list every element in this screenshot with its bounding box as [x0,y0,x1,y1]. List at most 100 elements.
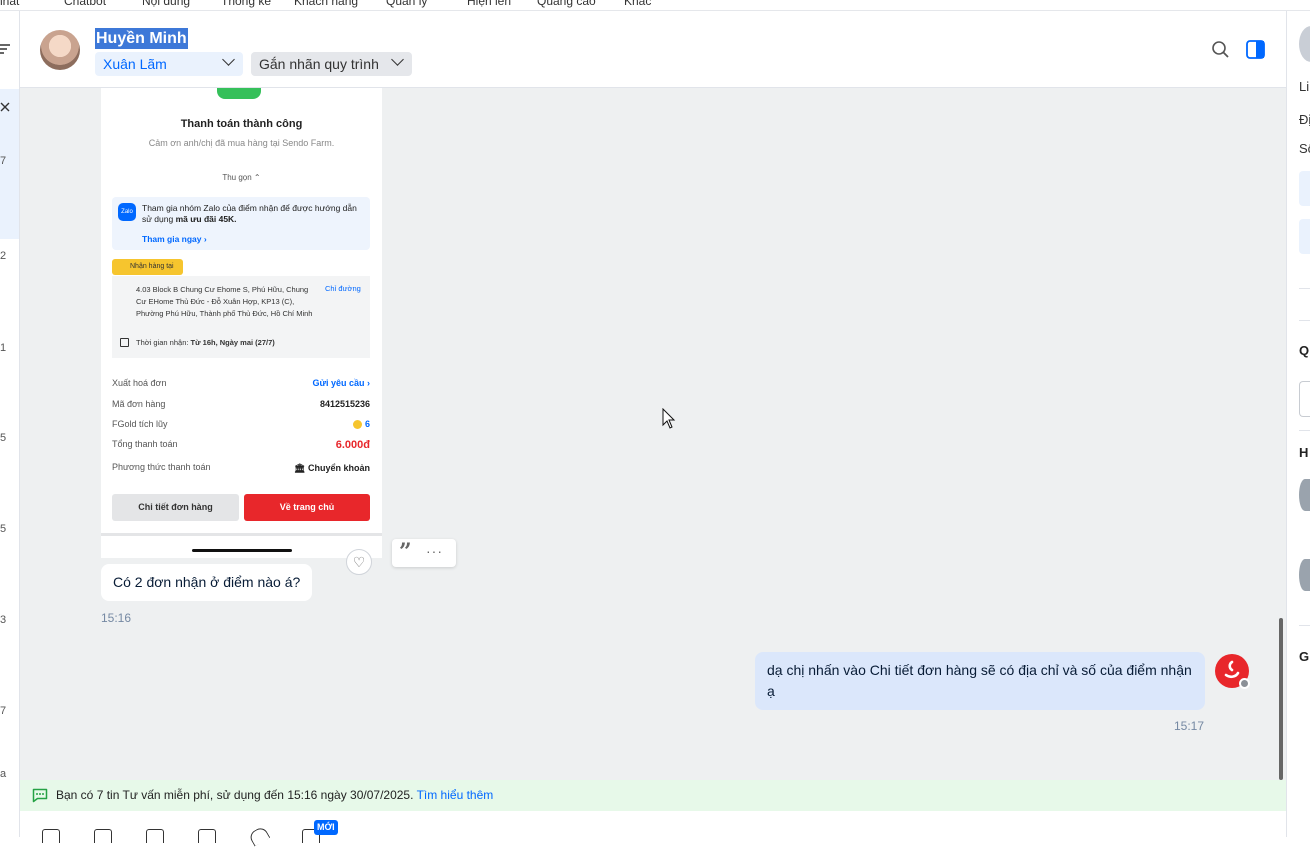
file-icon[interactable] [94,829,112,843]
directions-link: Chỉ đường [325,284,361,293]
contact-name[interactable]: Huyền Minh [95,28,188,49]
conversation-count: a [0,768,7,780]
quote-icon[interactable]: ” [399,539,412,565]
cursor-icon [662,408,676,429]
message-text: dạ chị nhấn vào Chi tiết đơn hàng sẽ có … [767,662,1192,699]
row-label: Tổng thanh toán [112,439,178,449]
avatar[interactable] [40,30,80,70]
row-value: Gửi yêu cầu › [312,378,370,388]
avatar[interactable] [1299,26,1310,62]
message-time: 15:16 [101,611,132,625]
info-label: Li [1299,79,1310,94]
avatar[interactable] [1299,559,1310,591]
new-badge: MỚI [314,820,338,835]
row-value: 6.000đ [335,439,370,451]
nav-item[interactable]: nhất [0,0,19,8]
message-list[interactable]: Thanh toán thành công Cảm ơn anh/chị đã … [20,88,1286,780]
pickup-box: 4.03 Block B Chung Cư Ehome S, Phú Hữu, … [112,276,370,358]
divider [1299,625,1310,626]
success-icon [217,88,261,99]
divider [1299,288,1310,289]
row-label: Mã đơn hàng [112,399,166,409]
row-value: 🏛 Chuyển khoản [294,463,370,473]
info-label: Đị [1299,112,1310,127]
nav-item[interactable]: Hiện lên [467,0,511,8]
heart-icon[interactable]: ♡ [346,549,372,575]
zalo-text: Tham gia nhóm Zalo của điểm nhận để được… [142,203,357,224]
divider [1299,430,1310,431]
calendar-icon [120,338,129,347]
row-value: 6 [353,419,370,430]
info-label: Số [1299,141,1310,156]
row-value: 8412515236 [319,399,370,409]
sidebar-toggle-icon[interactable] [1246,40,1266,60]
nav-item[interactable]: Khác [624,0,651,8]
chevron-down-icon [222,53,235,66]
receipt-subtitle: Cảm ơn anh/chị đã mua hàng tại Sendo Far… [148,138,335,148]
pickup-address: 4.03 Block B Chung Cư Ehome S, Phú Hữu, … [136,285,313,318]
message-actions: ” ··· [392,539,456,567]
image-icon[interactable] [146,829,164,843]
nav-item[interactable]: Nội dung [142,0,190,8]
nav-item[interactable]: Chatbot [64,0,106,8]
row-label: FGold tích lũy [112,419,168,429]
outgoing-message[interactable]: dạ chị nhấn vào Chi tiết đơn hàng sẽ có … [755,652,1205,710]
conversation-count: 1 [0,342,7,354]
info-input[interactable] [1299,381,1310,417]
learn-more-link[interactable]: Tìm hiểu thêm [417,788,494,802]
label-dropdown-text: Gắn nhãn quy trình [259,56,379,72]
row-label: Phương thức thanh toán [112,462,211,472]
message-time: 15:17 [1174,719,1205,733]
zalo-join-link: Tham gia ngay › [142,234,207,244]
zalo-icon: Zalo [118,203,136,221]
nav-item[interactable]: Khách hàng [294,0,358,8]
notice-text: Bạn có 7 tin Tư vấn miễn phí, sử dụng đế… [56,788,494,802]
conversation-count: 5 [0,432,7,444]
message-text: Có 2 đơn nhận ở điểm nào á? [113,574,301,590]
conversation-count: 7 [0,155,7,167]
pickup-time: Thời gian nhận: Từ 16h, Ngày mai (27/7) [136,338,275,347]
info-field[interactable] [1299,171,1310,206]
conversation-count: 2 [0,250,7,262]
assignee-label: Xuân Lãm [103,56,167,72]
scrollbar[interactable] [1279,618,1283,780]
order-detail-button: Chi tiết đơn hàng [112,494,239,521]
assignee-dropdown[interactable]: Xuân Lãm [95,52,243,76]
chat-icon [32,788,48,803]
receipt-title: Thanh toán thành công [180,118,303,130]
filter-icon[interactable] [0,43,12,55]
info-field[interactable] [1299,219,1310,254]
card-icon[interactable] [198,829,216,843]
section-label: Gl [1299,649,1310,664]
avatar[interactable] [1299,479,1310,511]
search-icon[interactable] [1211,40,1231,60]
nav-item[interactable]: Thống kê [221,0,271,8]
receipt-image[interactable]: Thanh toán thành công Cảm ơn anh/chị đã … [101,88,382,558]
chevron-down-icon [391,53,404,66]
chat-header: Huyền Minh Xuân Lãm Gắn nhãn quy trình [20,11,1286,88]
attach-icon[interactable] [247,825,271,847]
more-icon[interactable]: ··· [426,543,443,559]
pickup-badge: Nhận hàng tại [112,259,183,275]
row-label: Xuất hoá đơn [112,378,167,388]
divider [1299,320,1310,321]
conversation-count: 7 [0,705,7,717]
nav-item[interactable]: Quản lý [386,0,427,8]
sticker-icon[interactable] [42,829,60,843]
conversation-count: 5 [0,523,7,535]
collapse-label: Thu gọn ⌃ [222,173,261,182]
conversation-info-panel: Li Đị Số Q H Gl [1286,11,1310,837]
home-button: Về trang chủ [244,494,370,521]
close-icon[interactable] [0,102,10,112]
sender-avatar[interactable] [1215,654,1250,689]
label-dropdown[interactable]: Gắn nhãn quy trình [251,52,412,76]
incoming-message[interactable]: Có 2 đơn nhận ở điểm nào á? [101,564,313,601]
top-navigation: nhất Chatbot Nội dung Thống kê Khách hàn… [0,0,1310,11]
composer-toolbar: MỚI [20,811,1286,847]
zalo-banner: Zalo Tham gia nhóm Zalo của điểm nhận để… [112,197,370,250]
free-message-notice: Bạn có 7 tin Tư vấn miễn phí, sử dụng đế… [20,780,1286,811]
section-label: Q [1299,343,1310,358]
nav-item[interactable]: Quảng cáo [537,0,596,8]
conversation-list-edge: 7 2 1 5 5 3 7 a [0,11,20,837]
divider [101,533,382,536]
